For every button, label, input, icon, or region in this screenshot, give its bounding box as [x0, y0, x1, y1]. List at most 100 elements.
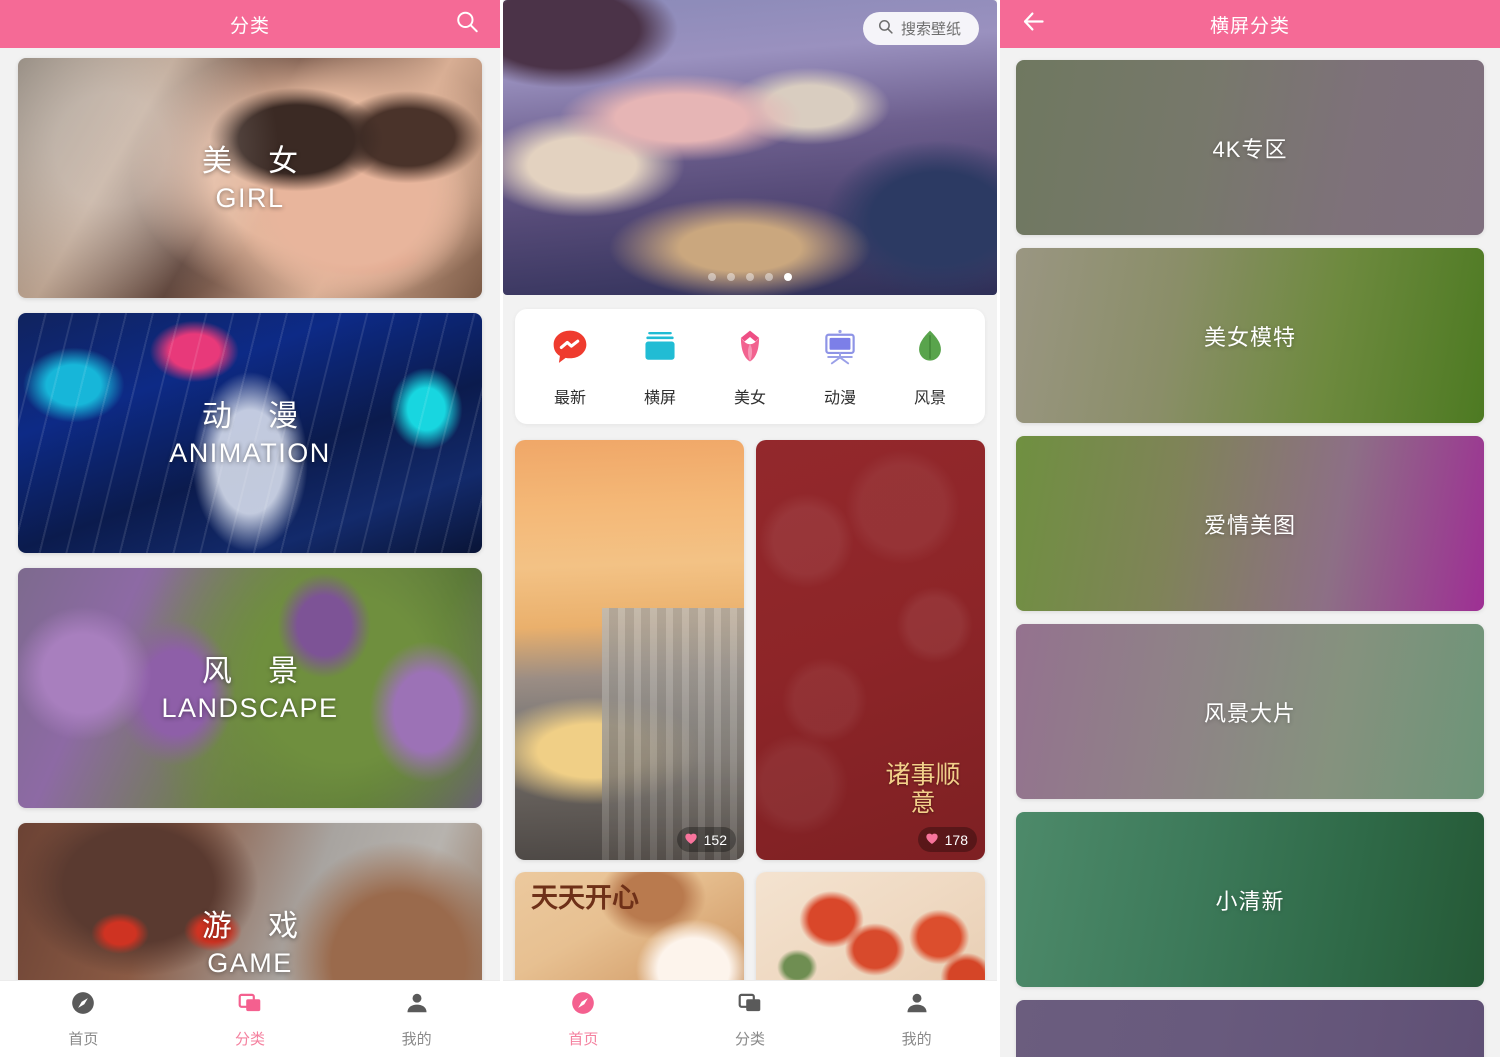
category-title-cn: 游 戏 [201, 909, 313, 943]
landscape-card-scenery[interactable]: 风景大片 [1016, 624, 1484, 799]
tab-label: 分类 [235, 1030, 266, 1048]
layers-icon [737, 990, 763, 1021]
landscape-card-label: 4K专区 [1212, 136, 1288, 162]
panel-divider-2 [997, 0, 1000, 1057]
landscape-card-label: 风景大片 [1203, 700, 1296, 726]
wallpaper-card-persimmon[interactable] [756, 872, 985, 997]
compass-icon [70, 990, 96, 1021]
landscape-card-anime[interactable]: 动漫卡通 [1016, 1000, 1484, 1057]
quick-nav-row: 最新 横屏 美女 动漫 风景 [515, 309, 985, 424]
heart-icon [683, 830, 699, 849]
grid-column-left: 152 天天开心 [515, 440, 744, 997]
category-title-cn: 美 女 [201, 144, 313, 178]
landscape-frame-icon [640, 327, 680, 372]
categories-screen: 分类 美 女 GIRL 动 漫 ANIMATION 风 景 LANDSCAPE … [0, 0, 500, 1057]
category-title-en: GIRL [215, 183, 285, 214]
search-icon[interactable] [454, 9, 480, 40]
quicknav-item-latest[interactable]: 最新 [532, 327, 608, 408]
category-card-girl[interactable]: 美 女 GIRL [18, 58, 482, 298]
layers-icon [237, 990, 263, 1021]
like-badge[interactable]: 178 [917, 827, 977, 852]
landscape-card-label: 爱情美图 [1203, 512, 1296, 538]
landscape-card-love[interactable]: 爱情美图 [1016, 436, 1484, 611]
quicknav-label: 动漫 [823, 390, 856, 407]
tab-label: 首页 [68, 1030, 99, 1048]
screenshot-stage: 分类 美 女 GIRL 动 漫 ANIMATION 风 景 LANDSCAPE … [0, 0, 1500, 1057]
quicknav-label: 横屏 [643, 390, 676, 407]
search-wallpaper-bar[interactable]: 搜索壁纸 [862, 12, 979, 45]
tab-label: 首页 [568, 1030, 599, 1048]
tab-label: 分类 [735, 1030, 766, 1048]
wallpaper-card-chinese-new-year[interactable]: 诸事顺意 178 [756, 440, 985, 860]
happy-overlay-text: 天天开心 [531, 883, 639, 913]
grid-column-right: 诸事顺意 178 [756, 440, 985, 997]
person-icon [404, 990, 430, 1021]
wallpaper-card-sunset-street[interactable]: 152 [515, 440, 744, 860]
search-icon [877, 18, 894, 39]
category-card-animation[interactable]: 动 漫 ANIMATION [18, 313, 482, 553]
tab-label: 我的 [401, 1030, 432, 1048]
hero-banner-carousel[interactable]: 搜索壁纸 [503, 0, 997, 295]
search-placeholder-text: 搜索壁纸 [900, 21, 961, 38]
arrow-left-icon[interactable] [1020, 8, 1047, 40]
tab-categories[interactable]: 分类 [667, 990, 834, 1049]
category-title-en: ANIMATION [169, 438, 331, 469]
landscape-card-label: 美女模特 [1203, 324, 1296, 350]
landscape-card-label: 小清新 [1215, 888, 1285, 914]
home-scroll[interactable]: 搜索壁纸 最新 横屏 美女 动漫 风景 152 天天开心 诸事顺意 178 [500, 0, 1000, 1057]
carousel-dot[interactable] [765, 273, 773, 281]
tab-profile[interactable]: 我的 [833, 990, 1000, 1049]
chat-bubble-icon [550, 327, 590, 372]
quicknav-item-landscape-screen[interactable]: 横屏 [622, 327, 698, 408]
category-title-cn: 动 漫 [201, 399, 313, 433]
cny-overlay-text: 诸事顺意 [885, 762, 961, 817]
tulip-icon [730, 327, 770, 372]
category-card-list[interactable]: 美 女 GIRL 动 漫 ANIMATION 风 景 LANDSCAPE 游 戏… [0, 48, 500, 1057]
landscape-categories-screen: 横屏分类 4K专区 美女模特 爱情美图 风景大片 小清新 动漫卡通 [1000, 0, 1500, 1057]
heart-icon [924, 830, 940, 849]
chinese-new-year-photo: 诸事顺意 [756, 440, 985, 860]
quicknav-item-animation[interactable]: 动漫 [802, 327, 878, 408]
page-title: 横屏分类 [1209, 15, 1290, 37]
easel-icon [820, 327, 860, 372]
wallpaper-grid: 152 天天开心 诸事顺意 178 [515, 440, 985, 997]
left-appbar: 分类 [0, 0, 500, 48]
compass-icon [570, 990, 596, 1021]
wallpaper-card-happy-cartoon[interactable]: 天天开心 [515, 872, 744, 997]
quicknav-label: 风景 [913, 390, 946, 407]
carousel-dot-active[interactable] [784, 273, 792, 281]
tab-home[interactable]: 首页 [0, 990, 167, 1049]
quicknav-label: 美女 [733, 390, 766, 407]
sunset-street-photo [515, 440, 744, 860]
like-badge[interactable]: 152 [676, 827, 736, 852]
tab-label: 我的 [901, 1030, 932, 1048]
carousel-dot[interactable] [727, 273, 735, 281]
category-title-cn: 风 景 [201, 654, 313, 688]
persimmon-photo [756, 872, 985, 997]
landscape-card-4k[interactable]: 4K专区 [1016, 60, 1484, 235]
landscape-card-model[interactable]: 美女模特 [1016, 248, 1484, 423]
tab-profile[interactable]: 我的 [333, 990, 500, 1049]
home-screen: 搜索壁纸 最新 横屏 美女 动漫 风景 152 天天开心 诸事顺意 178 首页… [500, 0, 1000, 1057]
person-icon [904, 990, 930, 1021]
left-tabbar: 首页 分类 我的 [0, 980, 500, 1057]
panel-divider-1 [500, 0, 503, 1057]
like-count: 152 [703, 831, 727, 848]
tab-home[interactable]: 首页 [500, 990, 667, 1049]
happy-cartoon-photo: 天天开心 [515, 872, 744, 997]
carousel-dot[interactable] [746, 273, 754, 281]
quicknav-item-scenery[interactable]: 风景 [892, 327, 968, 408]
carousel-dots[interactable] [708, 273, 792, 281]
landscape-category-list[interactable]: 4K专区 美女模特 爱情美图 风景大片 小清新 动漫卡通 [1000, 48, 1500, 1057]
category-card-landscape[interactable]: 风 景 LANDSCAPE [18, 568, 482, 808]
quicknav-item-girl[interactable]: 美女 [712, 327, 788, 408]
quicknav-label: 最新 [553, 390, 586, 407]
carousel-dot[interactable] [708, 273, 716, 281]
tab-categories[interactable]: 分类 [167, 990, 334, 1049]
mid-tabbar: 首页 分类 我的 [500, 980, 1000, 1057]
landscape-card-fresh[interactable]: 小清新 [1016, 812, 1484, 987]
category-title-en: LANDSCAPE [161, 693, 339, 724]
leaf-icon [910, 327, 950, 372]
right-appbar: 横屏分类 [1000, 0, 1500, 48]
category-title-en: GAME [207, 948, 293, 979]
